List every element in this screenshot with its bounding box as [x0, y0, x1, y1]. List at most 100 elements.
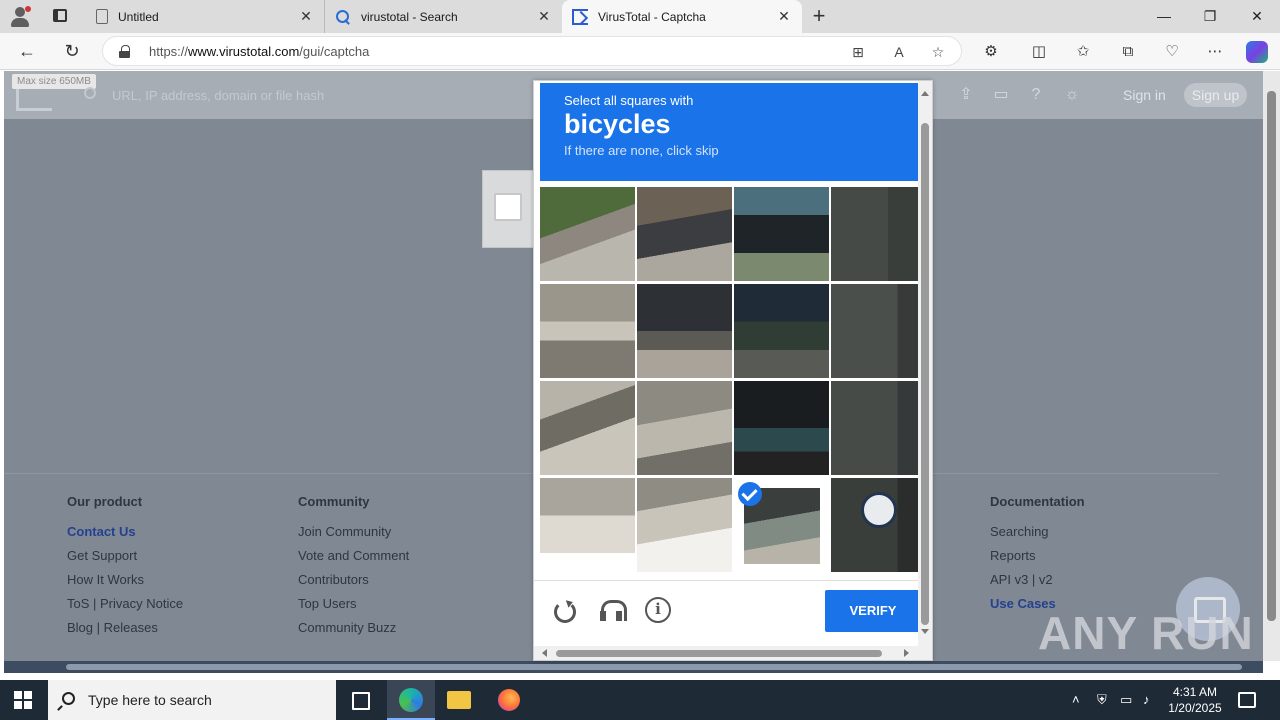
taskbar: Type here to search ˄ ⛨ ▭ ♪ 4:31 AM 1/20… [0, 680, 1280, 720]
notifications-icon[interactable] [1238, 692, 1256, 708]
captcha-anchor [482, 170, 538, 248]
security-icon[interactable]: ⛨ [1097, 692, 1107, 708]
tab-virustotal-captcha[interactable]: VirusTotal - Captcha ✕ [562, 0, 802, 33]
footer-heading: Our product [67, 494, 143, 509]
info-icon[interactable]: i [645, 597, 671, 623]
help-icon[interactable]: ? [1026, 85, 1046, 105]
taskbar-search[interactable]: Type here to search [48, 680, 336, 720]
show-hidden-icons-icon[interactable]: ˄ [1072, 692, 1080, 707]
lock-icon[interactable] [119, 45, 130, 58]
captcha-tile[interactable] [540, 187, 635, 281]
captcha-vertical-scrollbar[interactable] [918, 81, 932, 646]
close-window-button[interactable]: ✕ [1234, 0, 1280, 33]
vt-search-input[interactable]: URL, IP address, domain or file hash [112, 88, 324, 103]
captcha-tile[interactable] [831, 284, 918, 378]
captcha-tile[interactable] [734, 187, 829, 281]
footer-link-vote-comment[interactable]: Vote and Comment [298, 548, 409, 572]
extensions-icon[interactable]: ⚙ [981, 42, 1001, 62]
captcha-horizontal-scrollbar[interactable] [534, 646, 932, 660]
close-tab-icon[interactable]: ✕ [298, 8, 314, 25]
captcha-divider [534, 580, 918, 581]
footer-link-contributors[interactable]: Contributors [298, 572, 409, 596]
captcha-tile[interactable] [734, 284, 829, 378]
captcha-tile[interactable] [540, 284, 635, 378]
scroll-left-arrow-icon[interactable] [542, 649, 547, 657]
upload-icon[interactable]: ⇪ [956, 85, 976, 105]
clock[interactable]: 4:31 AM 1/20/2025 [1168, 684, 1222, 716]
tab-title: VirusTotal - Captcha [598, 9, 706, 24]
footer-link-api[interactable]: API v3 | v2 [990, 572, 1085, 596]
browser-essentials-icon[interactable]: ♡ [1162, 42, 1182, 62]
captcha-tile[interactable] [831, 381, 918, 475]
footer-link-join-community[interactable]: Join Community [298, 524, 409, 548]
back-button[interactable]: ← [12, 37, 42, 65]
headphones-icon[interactable] [597, 597, 627, 625]
document-icon [96, 9, 108, 24]
profile-icon[interactable] [8, 4, 32, 28]
footer-link-searching[interactable]: Searching [990, 524, 1085, 548]
footer-link-tos-privacy[interactable]: ToS | Privacy Notice [67, 596, 183, 620]
tab-actions-icon[interactable] [50, 7, 70, 25]
close-tab-icon[interactable]: ✕ [776, 8, 792, 25]
footer-link-contact-us[interactable]: Contact Us [67, 524, 183, 548]
windows-start-icon[interactable] [14, 691, 32, 709]
read-aloud-icon[interactable]: A [890, 43, 908, 61]
footer-heading: Documentation [990, 494, 1085, 509]
captcha-tile-selected[interactable] [734, 478, 829, 572]
network-icon[interactable]: ▭ [1120, 692, 1132, 708]
split-screen-icon[interactable]: ◫ [1029, 42, 1049, 62]
captcha-tile[interactable] [831, 478, 918, 572]
more-menu-icon[interactable]: ⋯ [1205, 42, 1225, 62]
sign-in-link[interactable]: Sign in [1123, 87, 1166, 103]
verify-button[interactable]: VERIFY [825, 590, 921, 632]
minimize-button[interactable]: — [1141, 0, 1187, 33]
app-available-icon[interactable]: ⊞ [849, 43, 867, 61]
footer-link-top-users[interactable]: Top Users [298, 596, 409, 620]
task-view-icon[interactable] [336, 680, 384, 720]
captcha-tile[interactable] [637, 478, 732, 572]
captcha-instruction: Select all squares with [564, 93, 694, 108]
scroll-up-arrow-icon[interactable] [921, 91, 929, 96]
close-tab-icon[interactable]: ✕ [536, 8, 552, 25]
footer-link-community-buzz[interactable]: Community Buzz [298, 620, 409, 644]
favorites-icon[interactable]: ✩ [1073, 42, 1093, 62]
theme-icon[interactable]: ☼ [1062, 85, 1082, 105]
captcha-tile[interactable] [540, 478, 635, 572]
volume-icon[interactable]: ♪ [1143, 692, 1150, 707]
chat-icon[interactable]: ▭ [991, 85, 1011, 105]
scroll-right-arrow-icon[interactable] [904, 649, 909, 657]
edge-icon[interactable] [387, 680, 435, 720]
url-text[interactable]: https://www.virustotal.com/gui/captcha [149, 44, 369, 59]
page-vertical-scrollbar[interactable] [1263, 71, 1280, 661]
clock-time: 4:31 AM [1172, 685, 1218, 699]
firefox-icon[interactable] [485, 680, 533, 720]
favorite-star-icon[interactable]: ☆ [929, 43, 947, 61]
captcha-tile[interactable] [637, 284, 732, 378]
new-tab-button[interactable]: + [808, 4, 830, 28]
file-explorer-icon[interactable] [435, 680, 483, 720]
collections-icon[interactable]: ⧉ [1118, 42, 1138, 62]
footer-link-get-support[interactable]: Get Support [67, 548, 183, 572]
footer-link-reports[interactable]: Reports [990, 548, 1085, 572]
checkmark-icon [738, 482, 762, 506]
footer-heading: Community [298, 494, 370, 509]
captcha-tile[interactable] [637, 381, 732, 475]
captcha-tile[interactable] [637, 187, 732, 281]
captcha-tile[interactable] [734, 381, 829, 475]
captcha-tile[interactable] [540, 381, 635, 475]
page-horizontal-scrollbar[interactable] [4, 661, 1263, 673]
footer-link-how-it-works[interactable]: How It Works [67, 572, 183, 596]
scroll-down-arrow-icon[interactable] [921, 629, 929, 634]
tab-untitled[interactable]: Untitled ✕ [84, 0, 324, 33]
reload-icon[interactable] [550, 597, 578, 625]
address-bar[interactable]: https://www.virustotal.com/gui/captcha ⊞… [102, 36, 962, 66]
captcha-tile[interactable] [831, 187, 918, 281]
maximize-button[interactable]: ❐ [1187, 0, 1233, 33]
tab-title: Untitled [118, 9, 159, 24]
tab-virustotal-search[interactable]: virustotal - Search ✕ [324, 0, 562, 33]
captcha-checkbox[interactable] [494, 193, 522, 221]
sign-up-button[interactable]: Sign up [1184, 83, 1247, 107]
footer-link-blog-releases[interactable]: Blog | Releases [67, 620, 183, 644]
copilot-icon[interactable] [1246, 41, 1268, 63]
refresh-button[interactable]: ↻ [57, 37, 87, 65]
